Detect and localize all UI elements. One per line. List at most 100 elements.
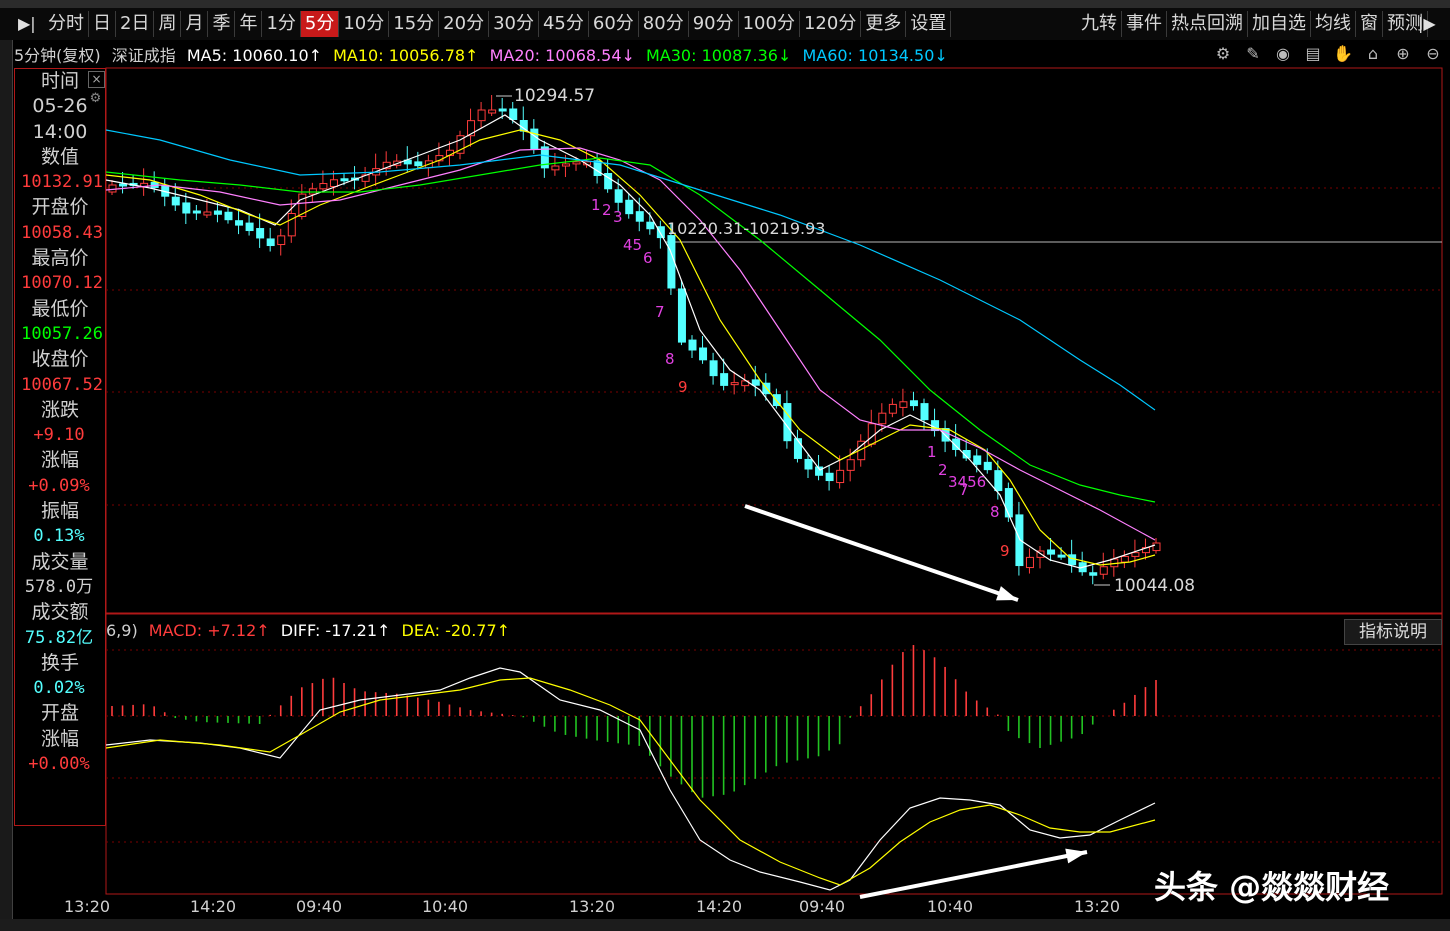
amount-value: 75.82亿 (24, 627, 94, 648)
candle-body (1004, 488, 1013, 518)
high-value: 10070.12 (21, 273, 103, 294)
diff-line (105, 667, 1156, 891)
nine-turn-number: 2 (938, 461, 948, 479)
time-tick: 14:20 (190, 897, 237, 916)
candle-body (171, 196, 180, 206)
indicator-tabs-bar[interactable] (0, 919, 1450, 931)
candle-body (414, 161, 423, 167)
low-value: 10057.26 (21, 323, 103, 344)
nine-turn-number: 3 (613, 208, 623, 226)
open-label: 开盘价 (31, 196, 89, 219)
candle-body (1047, 549, 1056, 555)
volume-label: 成交量 (31, 550, 89, 573)
time-tick: 14:20 (696, 897, 743, 916)
nine-turn-number: 2 (602, 201, 612, 219)
candle-body (1068, 554, 1077, 566)
close-icon[interactable]: × (88, 71, 105, 88)
nine-turn-number: 45 (623, 236, 642, 254)
candle-body (119, 183, 128, 187)
time-tick: 09:40 (296, 897, 343, 916)
candle-body (266, 238, 275, 247)
candle-body (656, 226, 665, 239)
macd-value: MACD: +7.12↑ (148, 621, 270, 640)
turnover-label: 换手 (40, 651, 79, 674)
candle-body (846, 459, 855, 471)
macd-params: 6,9) (106, 621, 138, 640)
candle-body (677, 288, 686, 343)
candle-body (488, 109, 497, 114)
candle-body (825, 472, 834, 482)
amplitude-value: 0.13% (33, 526, 85, 547)
nine-turn-number: 7 (959, 481, 969, 499)
trend-arrow-price-head (996, 586, 1018, 601)
candle-body (793, 438, 802, 459)
candle-body (1131, 552, 1140, 557)
candle-body (899, 401, 908, 408)
nine-turn-number: 1 (927, 443, 937, 461)
candle-body (224, 211, 233, 221)
candle-body (319, 183, 328, 190)
candle-body (1025, 556, 1034, 569)
candle-body (1099, 566, 1108, 575)
candle-body (836, 469, 845, 484)
candle-body (287, 213, 296, 237)
open-pct-value: +0.00% (28, 754, 90, 775)
candle-body (920, 403, 929, 421)
candle-body (277, 235, 286, 246)
candle-body (530, 128, 539, 150)
candle-body (888, 403, 897, 414)
candle-body (730, 382, 739, 386)
dea-line (105, 677, 1156, 886)
open-pct-label-2: 涨幅 (40, 727, 79, 750)
chart-canvas[interactable]: 10294.5710044.0810220.31-10219.931 2 34567… (0, 0, 1450, 931)
candle-body (867, 423, 876, 445)
candle-body (751, 379, 760, 386)
change-label: 涨跌 (40, 398, 79, 421)
candle-body (1015, 514, 1024, 567)
ma5-line (105, 114, 1156, 569)
amplitude-label: 振幅 (40, 500, 79, 523)
candle-body (635, 211, 644, 222)
high-label: 最高价 (31, 247, 89, 270)
nine-turn-number: 9 (678, 378, 688, 396)
open-pct-label-1: 开盘 (40, 702, 79, 725)
candle-body (973, 455, 982, 465)
ma60-line (105, 129, 1156, 411)
candle-body (688, 339, 697, 351)
macd-info-bar: 6,9) MACD: +7.12↑ DIFF: -17.21↑ DEA: -20… (106, 621, 516, 641)
nine-turn-number: 7 (655, 303, 665, 321)
time-tick: 10:40 (422, 897, 469, 916)
indicator-help-button[interactable]: 指标说明 (1344, 619, 1442, 645)
candle-body (340, 178, 349, 182)
watermark: 头条 @燚燚财经 (1154, 868, 1390, 906)
percent-label: 涨幅 (40, 449, 79, 472)
candle-body (994, 470, 1003, 492)
candle-body (909, 400, 918, 407)
amount-label: 成交额 (31, 601, 89, 624)
high-label: 10294.57 (514, 86, 595, 106)
open-value: 10058.43 (21, 222, 103, 243)
value-value: 10132.91 (21, 172, 103, 193)
low-label: 10044.08 (1114, 576, 1195, 596)
time-tick: 13:20 (569, 897, 616, 916)
percent-value: +0.09% (28, 475, 90, 496)
trend-arrow-price (744, 504, 1019, 602)
candle-body (477, 109, 486, 122)
candle-body (551, 165, 560, 171)
candle-body (1057, 554, 1066, 558)
nine-turn-number: 9 (1000, 542, 1010, 560)
candle-body (572, 161, 581, 165)
candle-body (235, 220, 244, 226)
diff-value: DIFF: -17.21↑ (280, 621, 391, 640)
trend-arrow-macd (859, 850, 1088, 899)
settings-icon[interactable]: ⚙ (88, 91, 103, 106)
candle-body (1120, 555, 1129, 563)
candle-body (561, 163, 570, 167)
candle-body (614, 189, 623, 203)
candle-body (213, 210, 222, 215)
time-tick: 09:40 (799, 897, 846, 916)
candle-body (720, 373, 729, 386)
main-chart-frame (105, 67, 1443, 614)
candle-body (804, 458, 813, 470)
candle-body (878, 412, 887, 425)
